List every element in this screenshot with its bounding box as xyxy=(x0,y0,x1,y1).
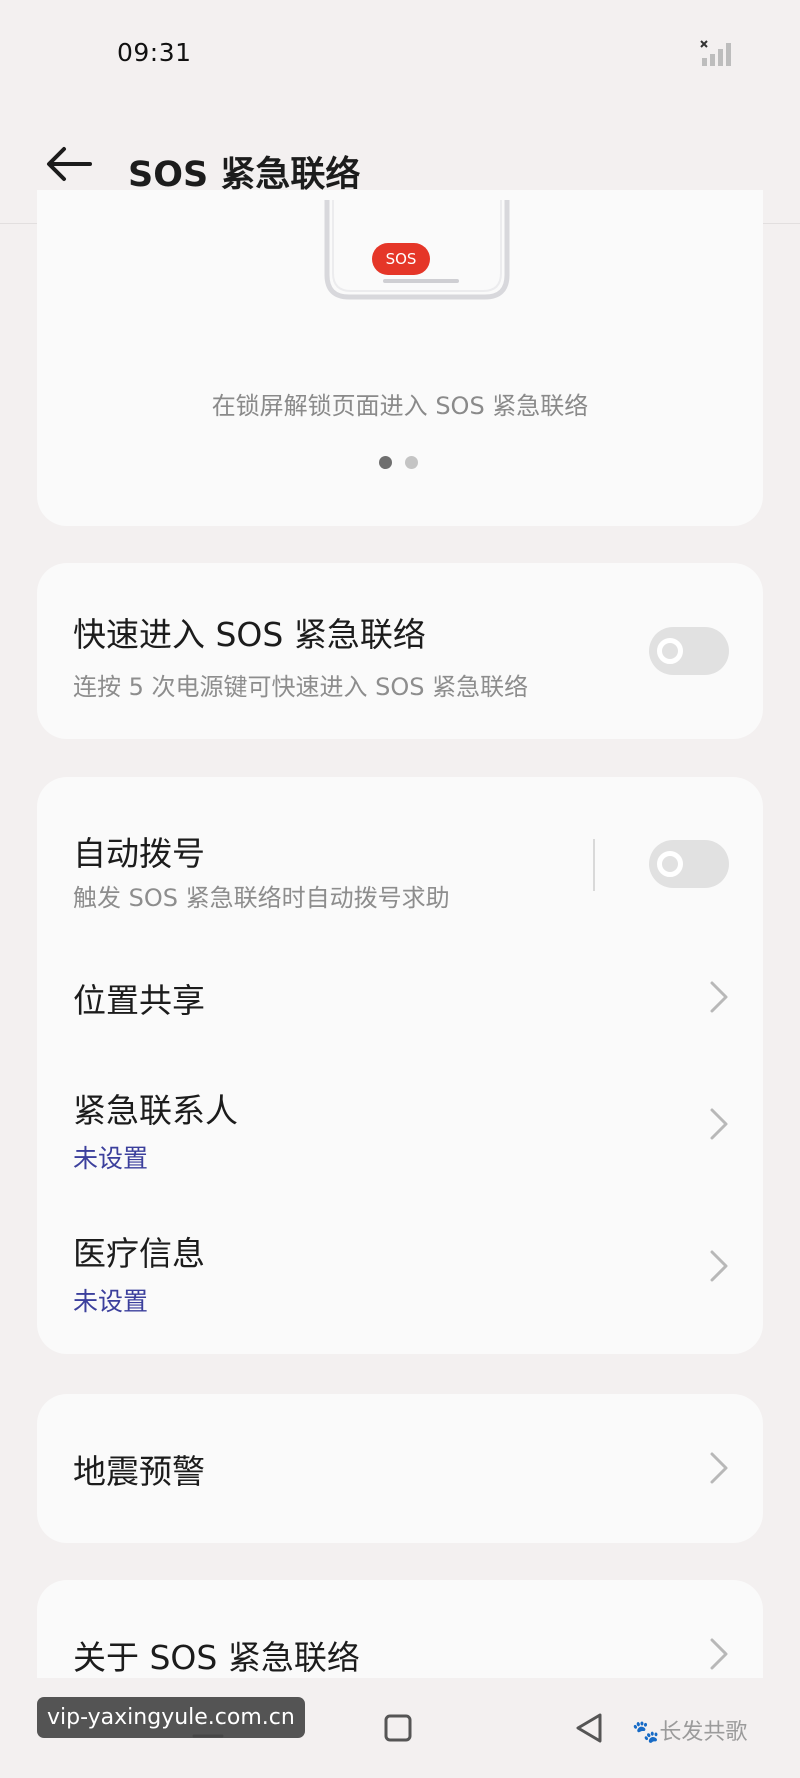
quick-access-title: 快速进入 SOS 紧急联络 xyxy=(73,615,426,654)
location-share-title: 位置共享 xyxy=(73,981,205,1020)
location-share-row[interactable]: 位置共享 xyxy=(37,937,763,1057)
about-row[interactable]: 关于 SOS 紧急联络 xyxy=(37,1580,763,1678)
chevron-right-icon xyxy=(710,1108,728,1140)
chevron-right-icon xyxy=(710,1638,728,1670)
medical-info-row[interactable]: 医疗信息 未设置 xyxy=(37,1202,763,1347)
quick-access-row[interactable]: 快速进入 SOS 紧急联络 连按 5 次电源键可快速进入 SOS 紧急联络 xyxy=(37,563,763,739)
toggle-knob xyxy=(657,851,683,877)
square-home-icon[interactable] xyxy=(380,1710,416,1746)
page-indicator xyxy=(379,456,429,470)
back-arrow-icon[interactable] xyxy=(44,144,94,184)
emergency-contacts-title: 紧急联系人 xyxy=(73,1091,238,1130)
about-title: 关于 SOS 紧急联络 xyxy=(73,1638,360,1677)
emergency-contacts-row[interactable]: 紧急联系人 未设置 xyxy=(37,1057,763,1202)
page-dot-inactive xyxy=(405,456,418,469)
medical-info-title: 医疗信息 xyxy=(73,1234,205,1273)
about-card: 关于 SOS 紧急联络 xyxy=(37,1580,763,1678)
hero-caption: 在锁屏解锁页面进入 SOS 紧急联络 xyxy=(211,392,589,420)
sos-badge: SOS xyxy=(372,243,430,275)
watermark-url: vip-yaxingyule.com.cn xyxy=(37,1697,305,1738)
status-time: 09:31 xyxy=(117,38,192,67)
signal-no-service-icon xyxy=(700,40,731,66)
status-bar: 09:31 xyxy=(0,0,800,100)
watermark-author: 🐾长发共歌 xyxy=(632,1714,747,1746)
auto-dial-subtitle: 触发 SOS 紧急联络时自动拨号求助 xyxy=(73,884,450,912)
quick-access-subtitle: 连按 5 次电源键可快速进入 SOS 紧急联络 xyxy=(73,673,529,701)
auto-dial-title: 自动拨号 xyxy=(73,834,205,873)
auto-dial-toggle[interactable] xyxy=(649,840,729,888)
chevron-right-icon xyxy=(710,1250,728,1282)
chevron-right-icon xyxy=(710,981,728,1013)
toggle-knob xyxy=(657,638,683,664)
watermark-author-text: 长发共歌 xyxy=(659,1720,748,1745)
settings-card: 自动拨号 触发 SOS 紧急联络时自动拨号求助 位置共享 紧急联系人 未设置 医… xyxy=(37,777,763,1354)
emergency-contacts-status: 未设置 xyxy=(73,1144,149,1173)
page-dot-active xyxy=(379,456,392,469)
triangle-back-icon[interactable] xyxy=(572,1710,608,1746)
earthquake-row[interactable]: 地震预警 xyxy=(37,1394,763,1543)
quick-access-toggle[interactable] xyxy=(649,627,729,675)
earthquake-title: 地震预警 xyxy=(73,1452,205,1491)
auto-dial-row[interactable]: 自动拨号 触发 SOS 紧急联络时自动拨号求助 xyxy=(37,777,763,937)
hero-card: 在锁屏解锁页面进入 SOS 紧急联络 xyxy=(37,190,763,526)
quick-access-card: 快速进入 SOS 紧急联络 连按 5 次电源键可快速进入 SOS 紧急联络 xyxy=(37,563,763,739)
chevron-right-icon xyxy=(710,1452,728,1484)
medical-info-status: 未设置 xyxy=(73,1287,149,1316)
paw-icon: 🐾 xyxy=(632,1720,660,1745)
vertical-divider xyxy=(593,839,595,891)
earthquake-card: 地震预警 xyxy=(37,1394,763,1543)
